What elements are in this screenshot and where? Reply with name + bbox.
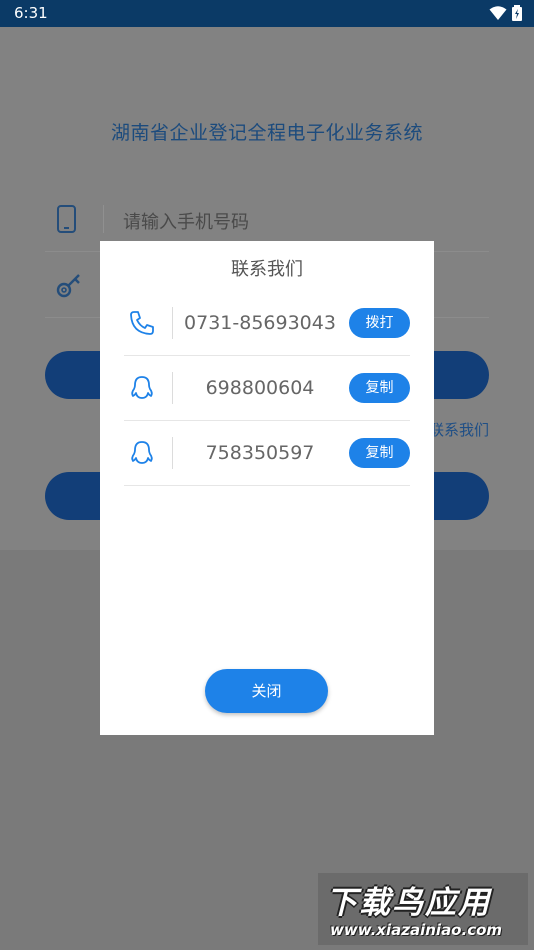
mobile-icon (55, 204, 79, 238)
phone-input-placeholder: 请输入手机号码 (123, 212, 249, 233)
contact-dialog: 联系我们 0731-85693043 拨打 698800604 复制 75835… (100, 241, 434, 735)
qq-number: 698800604 (205, 377, 315, 399)
wifi-icon (489, 6, 507, 20)
watermark-logo: 下载鸟应用 www.xiazainiao.com (318, 873, 528, 945)
status-time: 6:31 (14, 4, 48, 22)
input-divider (103, 205, 104, 233)
qq-number: 758350597 (205, 442, 315, 464)
watermark-url: www.xiazainiao.com (330, 921, 503, 939)
status-bar: 6:31 (0, 0, 534, 27)
phone-number: 0731-85693043 (184, 312, 336, 334)
dialog-title: 联系我们 (231, 259, 303, 280)
page-title: 湖南省企业登记全程电子化业务系统 (110, 122, 423, 144)
contact-row-phone: 0731-85693043 拨打 (124, 291, 410, 356)
contact-row-qq-1: 698800604 复制 (124, 356, 410, 421)
contact-row-qq-2: 758350597 复制 (124, 421, 410, 486)
phone-icon (128, 309, 156, 341)
copy-button[interactable]: 复制 (349, 373, 410, 403)
row-divider (172, 307, 173, 339)
status-icons (489, 5, 522, 21)
qq-icon (128, 439, 156, 471)
watermark-brand: 下载鸟应用 (326, 885, 491, 921)
battery-icon (512, 5, 522, 21)
close-button[interactable]: 关闭 (205, 669, 328, 713)
row-divider (172, 437, 173, 469)
row-divider (172, 372, 173, 404)
key-icon (55, 270, 83, 304)
contact-us-link[interactable]: 联系我们 (429, 419, 489, 440)
copy-button[interactable]: 复制 (349, 438, 410, 468)
qq-icon (128, 374, 156, 406)
call-button[interactable]: 拨打 (349, 308, 410, 338)
